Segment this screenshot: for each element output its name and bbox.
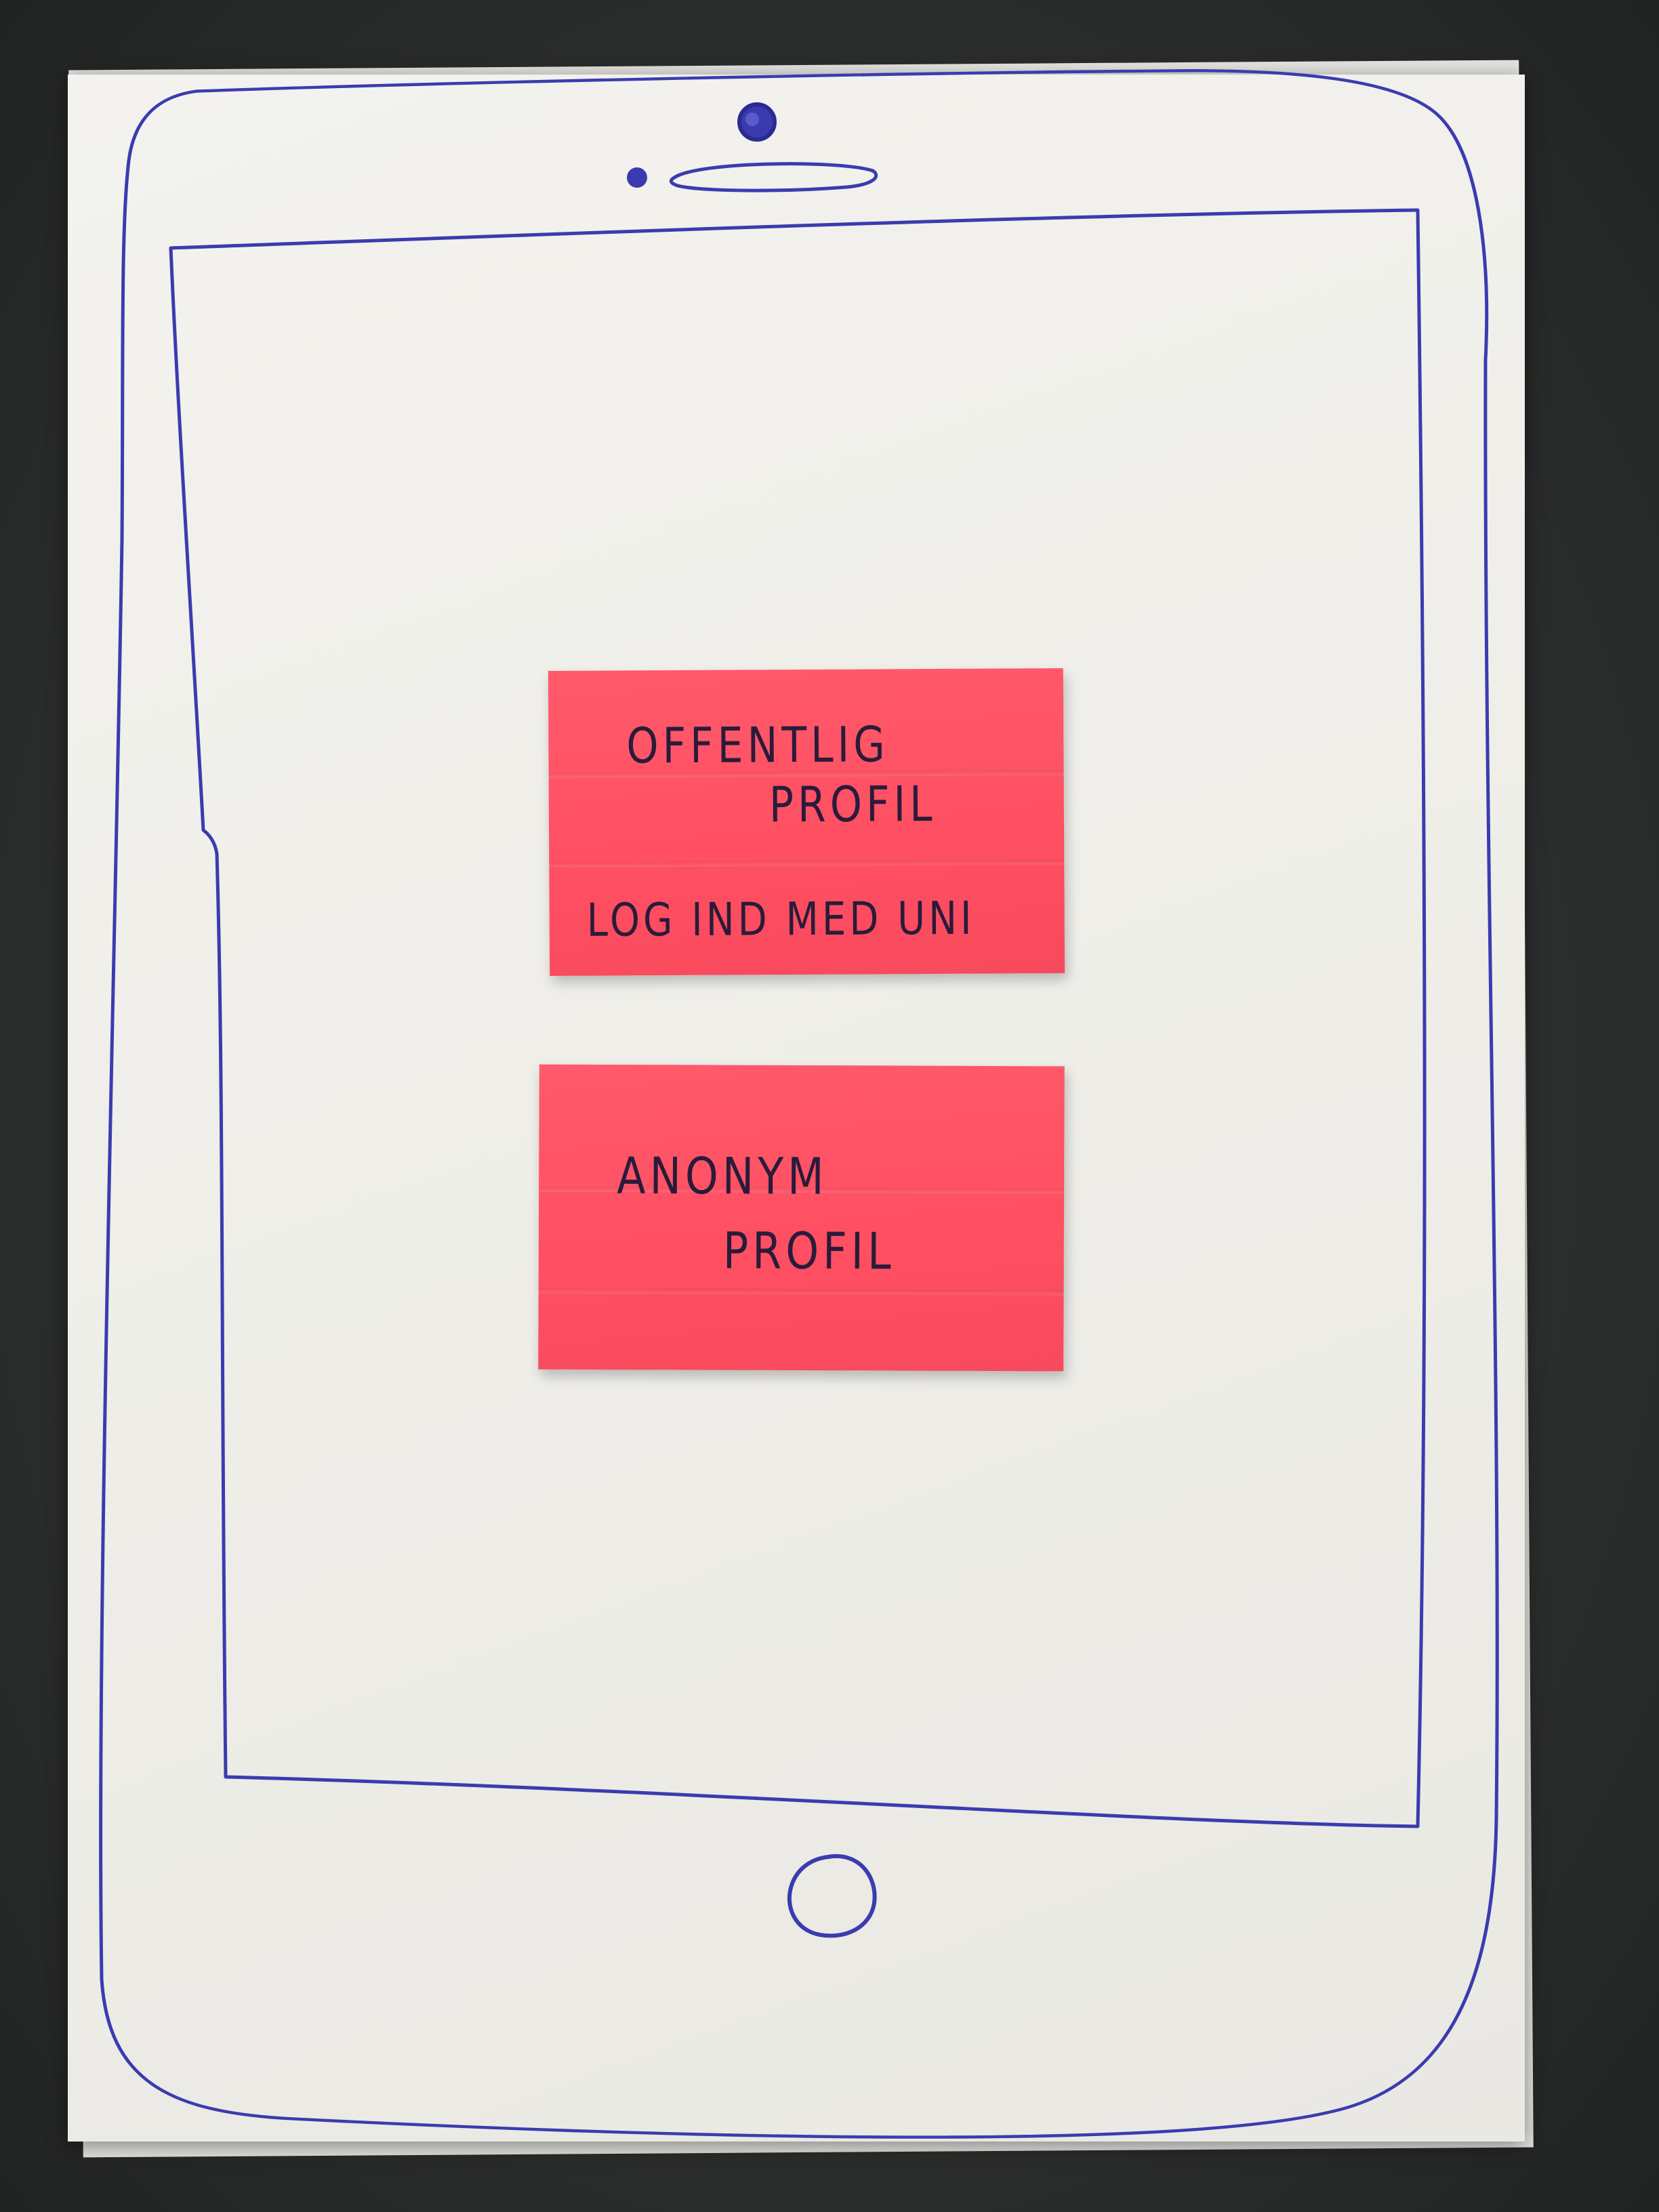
public-profile-title-line2: PROFIL — [769, 775, 937, 834]
note-fold — [549, 859, 1065, 867]
login-with-uni-button[interactable]: LOG IND MED UNI — [587, 893, 975, 947]
anonymous-profile-title-line1: ANONYM — [617, 1146, 828, 1206]
home-button-icon — [787, 1853, 877, 1938]
anonymous-profile-title-line2: PROFIL — [722, 1221, 895, 1282]
photo-background: OFFENTLIG PROFIL LOG IND MED UNI ANONYM … — [0, 0, 1659, 2212]
anonymous-profile-card[interactable]: ANONYM PROFIL — [538, 1064, 1065, 1372]
screen-outline — [169, 208, 1427, 1828]
public-profile-title-line1: OFFENTLIG — [626, 716, 889, 775]
note-fold — [538, 1288, 1064, 1296]
speaker-slot-icon — [669, 162, 878, 192]
public-profile-card[interactable]: OFFENTLIG PROFIL LOG IND MED UNI — [548, 668, 1065, 976]
sensor-dot-icon — [627, 167, 647, 188]
